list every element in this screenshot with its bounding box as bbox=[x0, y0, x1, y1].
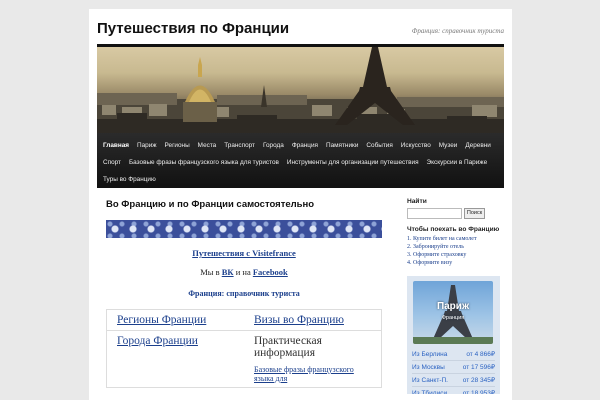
nav-item[interactable]: Памятники bbox=[322, 137, 362, 154]
cities-link[interactable]: Города Франции bbox=[117, 335, 198, 347]
topics-cell: Регионы Франции bbox=[107, 310, 244, 330]
nav-item[interactable]: События bbox=[362, 137, 396, 154]
eiffel-tower-icon bbox=[413, 285, 493, 344]
fares-list: Из Берлина от 4 866₽ Из Москвы от 17 596₽ Из… bbox=[412, 348, 495, 394]
nav-item[interactable]: Базовые фразы французского языка для тур… bbox=[125, 154, 283, 171]
fare-row[interactable]: Из Тбилиси от 18 953₽ bbox=[412, 387, 495, 394]
nav-item[interactable]: Франция bbox=[288, 137, 322, 154]
search-widget-title: Найти bbox=[407, 198, 427, 205]
list-item[interactable]: 3. Оформите страховку bbox=[407, 251, 500, 259]
nav-item[interactable]: Транспорт bbox=[220, 137, 259, 154]
topics-row: Регионы Франции Визы во Францию bbox=[107, 310, 381, 331]
page-container: Путешествия по Франции Франция: справочн… bbox=[89, 9, 512, 400]
main-content: Во Францию и по Франции самостоятельно П… bbox=[106, 199, 382, 388]
search-button[interactable]: Поиск bbox=[464, 208, 485, 219]
visitefrance-link-wrap: Путешествия с Visitefrance bbox=[106, 248, 382, 258]
fare-row[interactable]: Из Москвы от 17 596₽ bbox=[412, 361, 495, 374]
regions-link[interactable]: Регионы Франции bbox=[117, 314, 206, 326]
nav-item[interactable]: Деревни bbox=[461, 137, 495, 154]
fare-origin: Из Тбилиси bbox=[412, 390, 448, 394]
flight-widget: Париж Франция Из Берлина от 4 866₽ Из Моск… bbox=[407, 276, 500, 394]
nav-menu: Главная Париж Регионы Места Транспорт Города Ф… bbox=[99, 137, 502, 188]
fare-price: от 4 866₽ bbox=[466, 351, 495, 358]
site-description: Франция: справочник туриста bbox=[411, 27, 504, 35]
nav-item[interactable]: Экскурсии в Париже bbox=[423, 154, 492, 171]
main-navigation: Главная Париж Регионы Места Транспорт Города Ф… bbox=[97, 133, 504, 188]
decorative-tile-banner bbox=[106, 220, 382, 238]
fare-row[interactable]: Из Берлина от 4 866₽ bbox=[412, 348, 495, 361]
vk-link[interactable]: ВК bbox=[222, 267, 234, 277]
nav-item[interactable]: Города bbox=[259, 137, 288, 154]
list-item[interactable]: 1. Купите билет на самолет bbox=[407, 235, 500, 243]
nav-item[interactable]: Спорт bbox=[99, 154, 125, 171]
paris-card-country: Франция bbox=[441, 315, 465, 321]
paris-card-city: Париж bbox=[436, 301, 470, 312]
visitefrance-link[interactable]: Путешествия с Visitefrance bbox=[192, 248, 296, 258]
practical-info-heading: Практическая информация bbox=[254, 335, 322, 359]
fare-origin: Из Москвы bbox=[412, 364, 445, 371]
nav-item[interactable]: Париж bbox=[133, 137, 161, 154]
topics-row: Города Франции Практическая информация Б… bbox=[107, 331, 381, 387]
phrases-link[interactable]: Базовые фразы французского языка для bbox=[254, 365, 354, 383]
nav-item[interactable]: Главная bbox=[99, 137, 133, 154]
nav-item[interactable]: Инструменты для организации путешествия bbox=[283, 154, 423, 171]
nav-item[interactable]: Места bbox=[194, 137, 221, 154]
fare-price: от 28 345₽ bbox=[462, 377, 495, 384]
social-links: Мы в ВК и на Facebook bbox=[106, 267, 382, 277]
nav-item[interactable]: Регионы bbox=[161, 137, 194, 154]
topics-cell: Практическая информация Базовые фразы фр… bbox=[244, 331, 381, 387]
nav-item[interactable]: Музеи bbox=[435, 137, 462, 154]
social-and: и на bbox=[235, 267, 251, 277]
travel-widget-title: Чтобы поехать во Францию bbox=[407, 226, 500, 233]
header-banner-image[interactable] bbox=[97, 47, 504, 133]
visas-link[interactable]: Визы во Францию bbox=[254, 314, 344, 326]
nav-item[interactable]: Туры во Францию bbox=[99, 171, 160, 188]
guide-heading: Франция: справочник туриста bbox=[188, 289, 300, 298]
fare-price: от 17 596₽ bbox=[462, 364, 495, 371]
nav-item[interactable]: Искусство bbox=[397, 137, 435, 154]
topics-grid: Регионы Франции Визы во Францию Города Ф… bbox=[106, 309, 382, 388]
fare-row[interactable]: Из Санкт-П. от 28 345₽ bbox=[412, 374, 495, 387]
list-item[interactable]: 4. Оформите визу bbox=[407, 259, 500, 267]
social-prefix: Мы в bbox=[200, 267, 220, 277]
site-title[interactable]: Путешествия по Франции bbox=[97, 20, 289, 37]
topics-cell: Города Франции bbox=[107, 331, 244, 387]
travel-steps-list: 1. Купите билет на самолет 2. Забронируй… bbox=[407, 235, 500, 267]
facebook-link[interactable]: Facebook bbox=[253, 267, 288, 277]
sidebar: Найти Поиск Чтобы поехать во Францию 1. … bbox=[407, 198, 500, 394]
list-item[interactable]: 2. Забронируйте отель bbox=[407, 243, 500, 251]
paris-skyline-illustration bbox=[97, 47, 504, 133]
paris-card[interactable]: Париж Франция bbox=[413, 281, 493, 344]
search-input[interactable] bbox=[407, 208, 462, 219]
fare-price: от 18 953₽ bbox=[462, 390, 495, 394]
topics-cell: Визы во Францию bbox=[244, 310, 381, 330]
fare-origin: Из Санкт-П. bbox=[412, 377, 448, 384]
search-form: Поиск bbox=[407, 208, 500, 219]
fare-origin: Из Берлина bbox=[412, 351, 448, 358]
post-title[interactable]: Во Францию и по Франции самостоятельно bbox=[106, 199, 382, 213]
